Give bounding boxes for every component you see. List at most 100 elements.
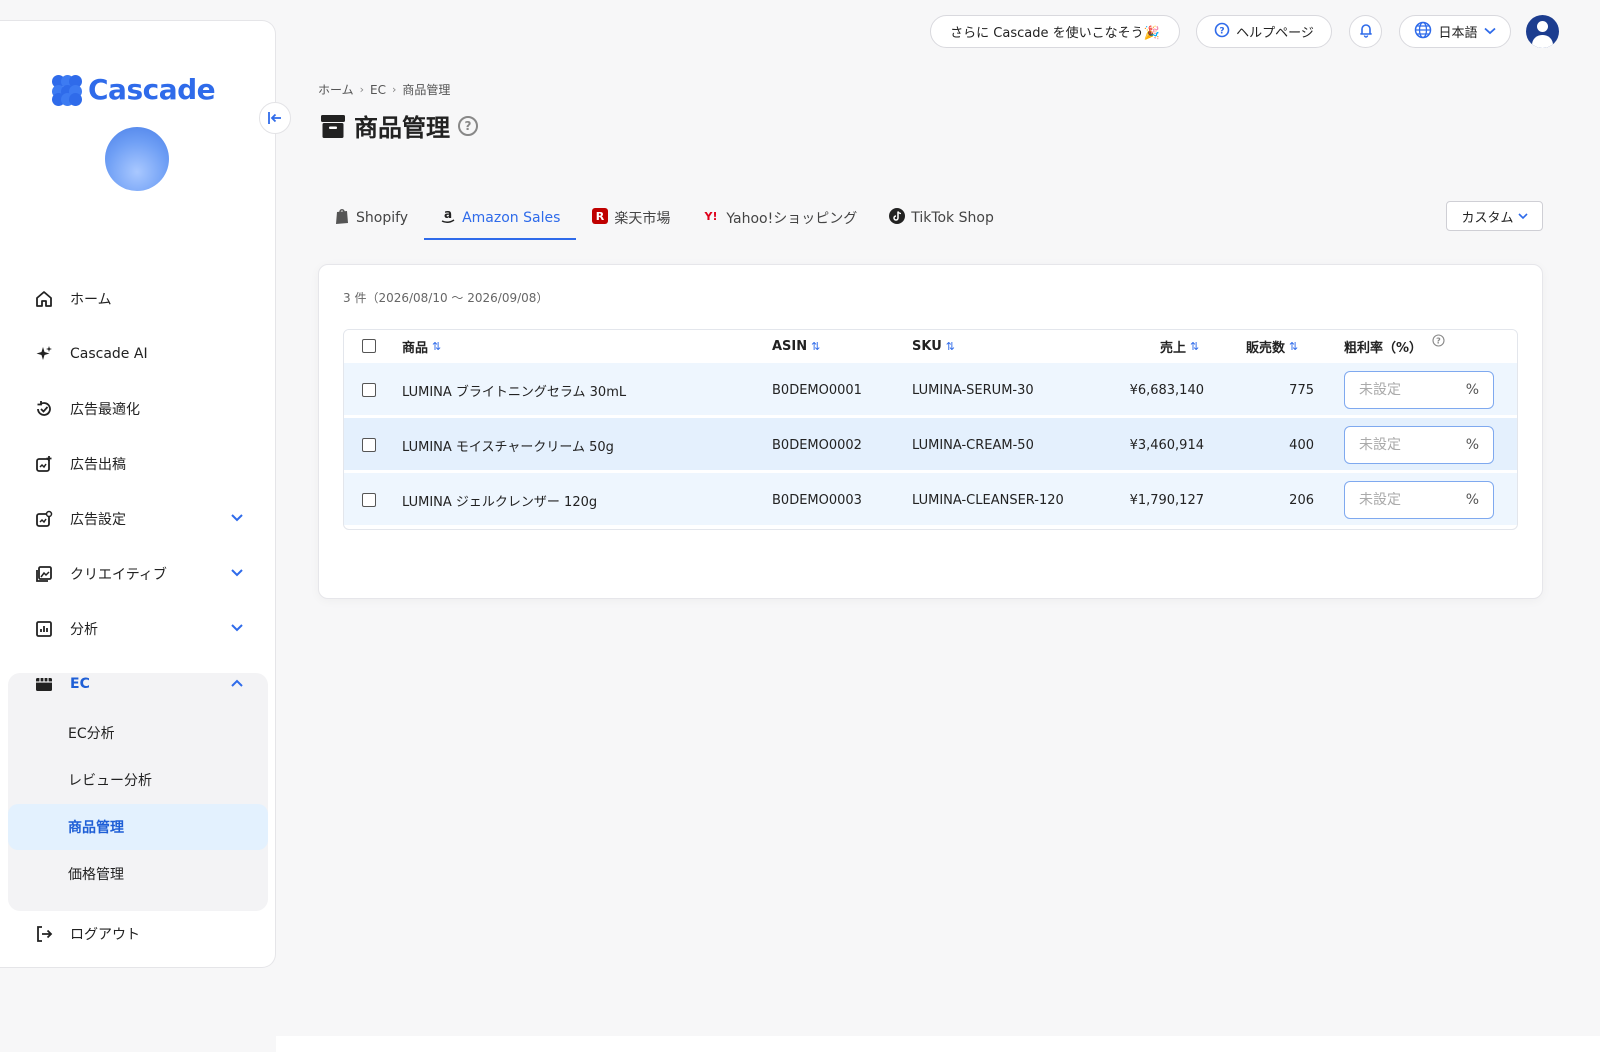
home-icon [34,289,54,309]
percent-unit: % [1465,492,1479,508]
yahoo-icon: Y! [702,209,720,227]
chevron-up-icon[interactable] [230,677,244,691]
table-row: LUMINA ブライトニングセラム 30mL B0DEMO0001 LUMINA… [344,361,1517,415]
percent-unit: % [1465,382,1479,398]
column-header-margin: 粗利率（%） ? [1344,330,1445,362]
logo[interactable]: Cascade [52,73,216,106]
sort-icon: ⇅ [945,339,955,353]
column-header-asin[interactable]: ASIN ⇅ [772,330,820,362]
row-checkbox[interactable] [362,383,376,397]
promo-button[interactable]: さらに Cascade を使いこなそう🎉 [930,15,1180,48]
cell-product: LUMINA モイスチャークリーム 50g [402,439,614,455]
breadcrumb-current: 商品管理 [402,83,451,97]
sidebar-item-label: 分析 [70,622,98,638]
sidebar-subitem-review-analytics[interactable]: レビュー分析 [8,757,268,803]
sidebar-subitem-ec-analytics[interactable]: EC分析 [8,710,268,756]
sidebar-item-analytics[interactable]: 分析 [22,607,268,651]
sort-icon: ⇅ [811,339,821,353]
sidebar-collapse-button[interactable] [259,102,291,134]
margin-input[interactable] [1359,492,1449,508]
tab-tiktok-shop[interactable]: TikTok Shop [873,196,1010,240]
sidebar-item-cascade-ai[interactable]: Cascade AI [22,332,268,376]
user-avatar-icon[interactable] [1526,15,1559,48]
table-header: 商品 ⇅ ASIN ⇅ SKU ⇅ 売上 ⇅ 販売数 ⇅ 粗利率（%） ? [344,330,1517,362]
column-header-sku[interactable]: SKU ⇅ [912,330,955,362]
tab-label: TikTok Shop [911,210,994,226]
sidebar-item-ad-publish[interactable]: 広告出稿 [22,442,268,486]
help-page-button[interactable]: ? ヘルプページ [1196,15,1332,48]
select-all-checkbox[interactable] [362,339,376,353]
sidebar-item-ec[interactable]: EC [22,662,268,706]
workspace-avatar [105,127,169,191]
column-header-label: 粗利率（%） [1344,340,1423,356]
row-checkbox[interactable] [362,493,376,507]
margin-input[interactable] [1359,437,1449,453]
help-icon[interactable]: ? [458,115,478,136]
ad-settings-icon [34,509,54,529]
sidebar-subitem-label: EC分析 [68,726,115,742]
sidebar-subitem-product-management[interactable]: 商品管理 [8,804,268,850]
bell-icon [1358,22,1374,42]
custom-range-button[interactable]: カスタム [1446,201,1543,231]
language-select[interactable]: 日本語 [1399,15,1511,48]
column-header-label: SKU [912,338,942,354]
sidebar-item-ad-settings[interactable]: 広告設定 [22,497,268,541]
tab-rakuten[interactable]: R 楽天市場 [576,196,686,240]
tab-label: Amazon Sales [462,210,561,226]
table-row: LUMINA モイスチャークリーム 50g B0DEMO0002 LUMINA-… [344,416,1517,470]
help-label: ヘルプページ [1236,26,1314,41]
sidebar-item-creative[interactable]: クリエイティブ [22,552,268,596]
promo-label: さらに Cascade を使いこなそう🎉 [950,26,1160,41]
sparkle-icon [34,344,54,364]
cell-units: 206 [1289,492,1314,508]
archive-box-icon [320,112,346,140]
margin-input-field[interactable]: % [1344,426,1494,464]
breadcrumb-home[interactable]: ホーム [318,81,354,98]
products-card: 3 件（2026/08/10 〜 2026/09/08） 商品 ⇅ ASIN ⇅… [318,264,1543,599]
tab-yahoo-shopping[interactable]: Y! Yahoo!ショッピング [686,196,873,240]
chevron-down-icon[interactable] [230,567,244,581]
sort-icon: ⇅ [1190,339,1200,353]
table-row: LUMINA ジェルクレンザー 120g B0DEMO0003 LUMINA-C… [344,471,1517,525]
sidebar-item-label: Cascade AI [70,346,148,362]
chevron-down-icon[interactable] [230,622,244,636]
svg-text:R: R [596,210,605,223]
svg-text:Y!: Y! [704,210,718,223]
sidebar-item-ad-optimization[interactable]: 広告最適化 [22,387,268,431]
logout-button[interactable]: ログアウト [22,912,268,956]
notification-button[interactable] [1349,15,1382,48]
sidebar-item-label: 広告最適化 [70,402,140,418]
column-header-label: 売上 [1160,340,1187,356]
margin-input[interactable] [1359,382,1449,398]
sidebar-subitem-price-management[interactable]: 価格管理 [8,851,268,897]
margin-input-field[interactable]: % [1344,481,1494,519]
tab-amazon-sales[interactable]: a Amazon Sales [424,196,577,240]
breadcrumb-ec[interactable]: EC [370,83,386,97]
cell-sku: LUMINA-SERUM-30 [912,382,1034,398]
column-header-product[interactable]: 商品 ⇅ [402,330,441,362]
sidebar-item-home[interactable]: ホーム [22,277,268,321]
store-icon [34,674,54,694]
tab-shopify[interactable]: Shopify [318,196,424,240]
margin-input-field[interactable]: % [1344,371,1494,409]
page-header: 商品管理 ? [320,108,478,143]
products-table: 商品 ⇅ ASIN ⇅ SKU ⇅ 売上 ⇅ 販売数 ⇅ 粗利率（%） ? LU… [343,329,1518,530]
optimize-icon [34,399,54,419]
column-header-units[interactable]: 販売数 ⇅ [1246,330,1298,362]
chevron-down-icon[interactable] [230,512,244,526]
row-checkbox[interactable] [362,438,376,452]
footer-strip [276,1036,1600,1052]
cell-asin: B0DEMO0002 [772,437,862,453]
cell-sku: LUMINA-CREAM-50 [912,437,1034,453]
logo-mark-icon [52,74,82,106]
shopify-icon [334,207,350,229]
page-title: 商品管理 [354,114,450,142]
cell-product: LUMINA ジェルクレンザー 120g [402,494,598,510]
column-header-label: 商品 [402,340,429,356]
column-header-sales[interactable]: 売上 ⇅ [1160,330,1199,362]
svg-text:?: ? [1220,26,1225,36]
help-icon[interactable]: ? [1432,333,1445,351]
sidebar-subitem-label: 価格管理 [68,867,124,883]
sidebar-item-label: EC [70,676,90,692]
logo-text: Cascade [88,73,216,106]
